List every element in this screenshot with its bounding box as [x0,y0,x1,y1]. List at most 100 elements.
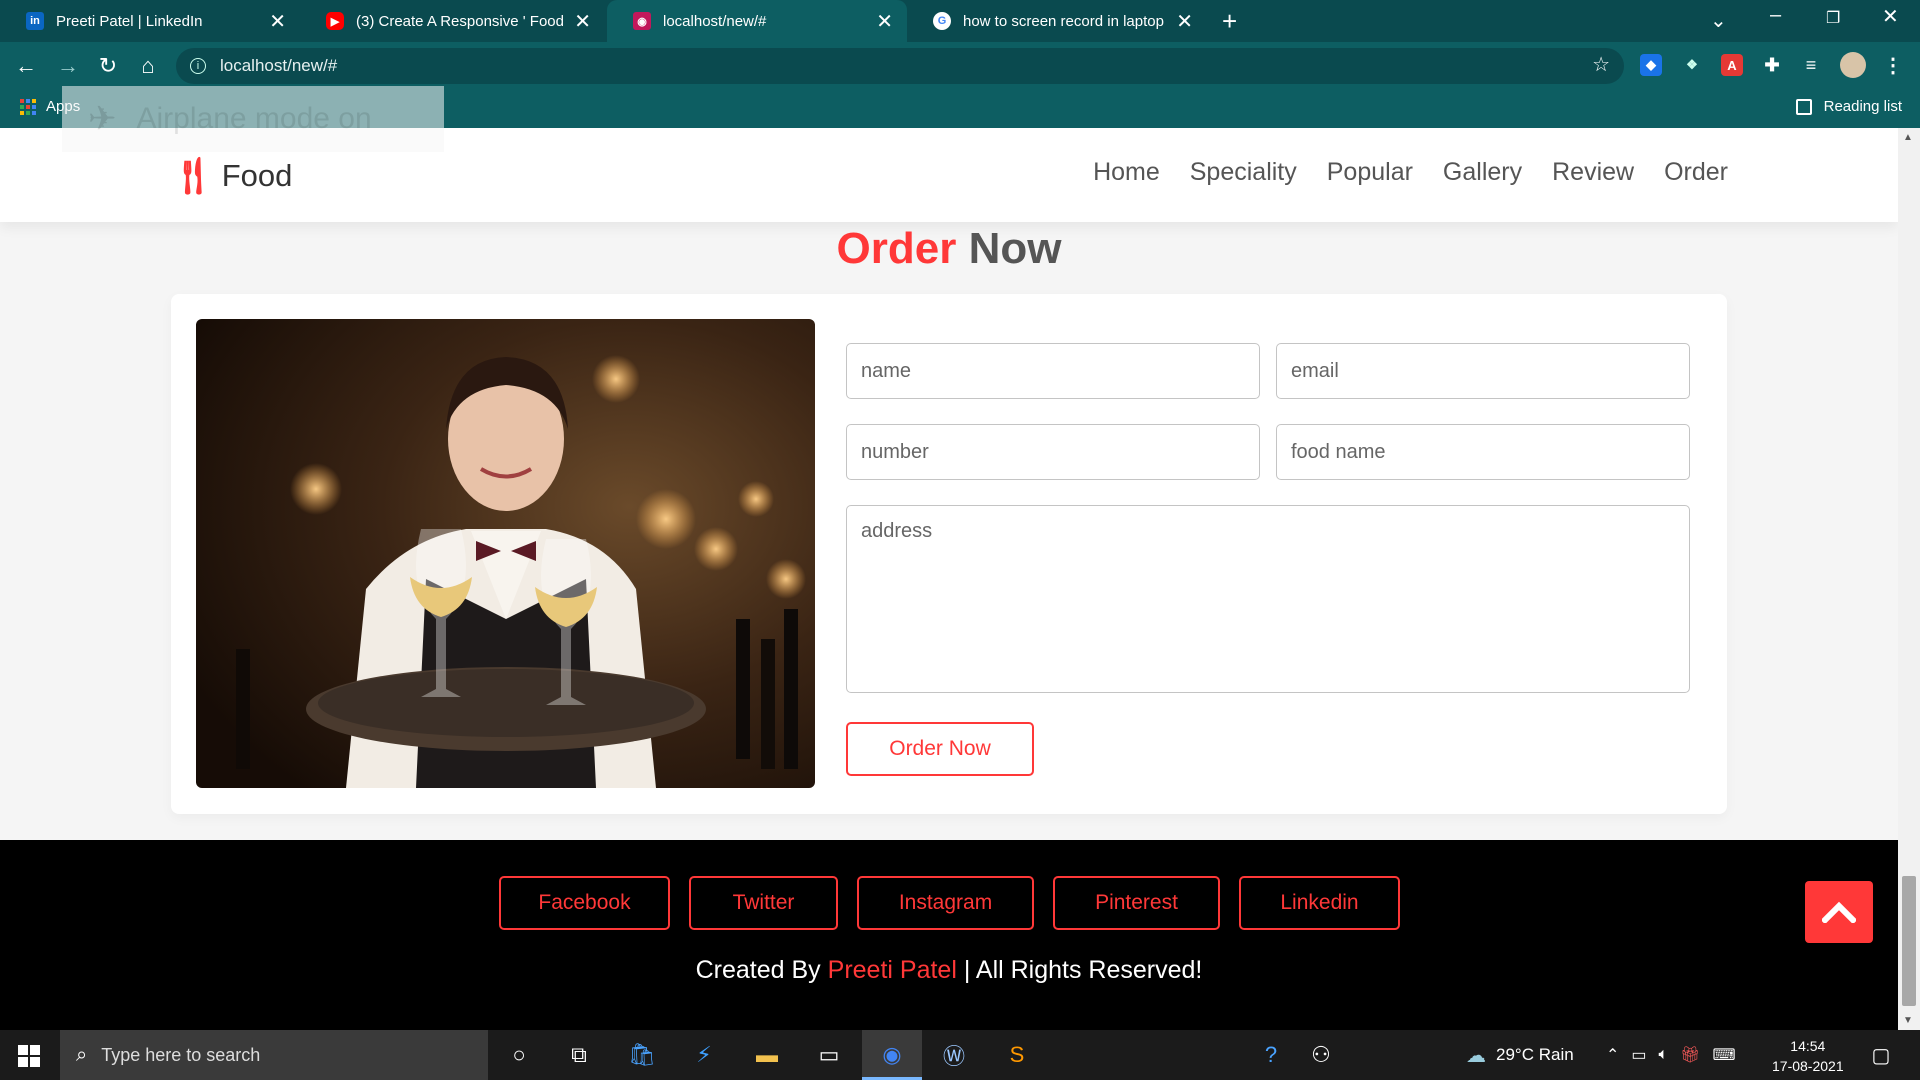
browser-toolbar: ← → ↻ ⌂ i localhost/new/# ☆ ◆ ❖ A ✚ ≡ ⋮ [0,42,1920,90]
logo-text: Food [221,158,293,193]
credit-name[interactable]: Preeti Patel [828,956,957,984]
page-viewport: 🍴︎ Food Home Speciality Popular Gallery … [0,128,1898,1030]
windows-start-icon[interactable] [18,1045,40,1067]
clock-time: 14:54 [1790,1038,1826,1054]
nav-review[interactable]: Review [1552,158,1634,187]
help-icon[interactable]: ? [1256,1040,1286,1070]
scrollbar-thumb[interactable] [1902,876,1916,1006]
tab-search-icon[interactable]: ⌄ [1710,8,1727,33]
heading-rest: Now [956,224,1062,273]
chevron-up-icon [1822,901,1856,923]
volume-icon[interactable]: 🔈︎ [1659,1046,1669,1064]
scroll-up-arrow-icon[interactable]: ▲ [1903,132,1913,143]
heading-accent: Order [836,224,957,273]
keyboard-icon[interactable]: ⌨ [1712,1045,1735,1065]
email-field[interactable] [1276,343,1690,399]
minimize-icon[interactable]: – [1770,4,1781,27]
vscode-icon[interactable]: ⚡︎ [689,1040,719,1070]
address-bar[interactable]: i localhost/new/# ☆ [176,48,1624,84]
pinterest-link[interactable]: Pinterest [1053,876,1220,930]
tab-localhost[interactable]: ◉ localhost/new/# ✕ [607,0,907,42]
section-heading: Order Now [0,224,1898,274]
weather-widget[interactable]: ☁ 29°C Rain [1466,1030,1574,1080]
windows-taskbar: ⌕ Type here to search ○ ⧉ 🛍︎ ⚡︎ ▬ ▭ ◉ Ⓦ … [0,1030,1920,1080]
site-info-icon[interactable]: i [190,58,206,74]
main-nav: Home Speciality Popular Gallery Review O… [1093,158,1728,187]
wamp-icon[interactable]: Ⓦ [939,1040,969,1070]
tab-title: (3) Create A Responsive ' Food / I [356,12,565,30]
tab-title: localhost/new/# [663,12,767,30]
taskbar-clock[interactable]: 14:54 17-08-2021 [1772,1036,1844,1076]
close-icon[interactable]: ✕ [269,9,286,34]
task-view-icon[interactable]: ⧉ [564,1040,594,1070]
people-icon[interactable]: ⚇ [1306,1040,1336,1070]
gift-icon[interactable]: 🎁︎ [1680,1045,1700,1065]
search-icon: ⌕ [76,1043,88,1066]
home-icon[interactable]: ⌂ [132,50,164,82]
scroll-down-arrow-icon[interactable]: ▼ [1903,1015,1913,1026]
google-icon: G [933,12,951,30]
profile-avatar[interactable] [1840,52,1866,78]
pdf-icon[interactable]: A [1721,54,1743,76]
close-icon[interactable]: ✕ [574,9,591,34]
food-name-field[interactable] [1276,424,1690,480]
battery-icon[interactable]: ▭ [1631,1045,1646,1065]
nav-order[interactable]: Order [1664,158,1728,187]
reading-list-button[interactable]: Reading list [1795,98,1902,115]
menu-kebab-icon[interactable]: ⋮ [1882,54,1904,77]
media-control-icon[interactable]: ≡ [1800,54,1822,76]
restore-icon[interactable]: ❐ [1826,8,1840,28]
waitress-photo [196,319,815,788]
chevron-up-tray-icon[interactable]: ⌃ [1606,1045,1619,1065]
name-field[interactable] [846,343,1260,399]
back-arrow-icon[interactable]: ← [10,50,42,82]
site-logo[interactable]: 🍴︎ Food [170,155,292,197]
number-field[interactable] [846,424,1260,480]
tab-title: how to screen record in laptop - [963,12,1167,30]
airplane-icon: ✈ [88,100,117,138]
tab-youtube[interactable]: ▶ (3) Create A Responsive ' Food / I ✕ [300,0,605,42]
browser-tab-strip: in Preeti Patel | LinkedIn ✕ ▶ (3) Creat… [0,0,1920,42]
twitter-link[interactable]: Twitter [689,876,838,930]
tab-google[interactable]: G how to screen record in laptop - ✕ [907,0,1207,42]
terminal-icon[interactable]: ▭ [814,1040,844,1070]
new-tab-button[interactable]: + [1222,6,1237,37]
notifications-icon[interactable]: ▢ [1866,1040,1896,1070]
bookmark-star-icon[interactable]: ☆ [1592,52,1610,77]
facebook-link[interactable]: Facebook [499,876,670,930]
reading-list-icon [1795,98,1812,115]
order-now-button[interactable]: Order Now [846,722,1034,776]
chrome-icon[interactable]: ◉ [877,1040,907,1070]
forward-arrow-icon[interactable]: → [52,50,84,82]
weather-text: 29°C Rain [1496,1045,1574,1064]
tab-title: Preeti Patel | LinkedIn [56,12,203,30]
file-explorer-icon[interactable]: ▬ [752,1040,782,1070]
sublime-text-icon[interactable]: S [1002,1040,1032,1070]
shield-icon[interactable]: ◆ [1640,54,1662,76]
tab-linkedin[interactable]: in Preeti Patel | LinkedIn ✕ [0,0,300,42]
reload-icon[interactable]: ↻ [92,50,124,82]
rain-cloud-icon: ☁ [1466,1044,1486,1067]
nav-home[interactable]: Home [1093,158,1160,187]
linkedin-icon: in [26,12,44,30]
close-window-icon[interactable]: ✕ [1882,4,1899,29]
nav-popular[interactable]: Popular [1327,158,1413,187]
linkedin-link[interactable]: Linkedin [1239,876,1400,930]
address-field[interactable] [846,505,1690,693]
taskbar-search-box[interactable]: ⌕ Type here to search [60,1030,488,1080]
close-icon[interactable]: ✕ [1176,9,1193,34]
nav-gallery[interactable]: Gallery [1443,158,1522,187]
cortana-icon[interactable]: ○ [504,1040,534,1070]
page-scrollbar[interactable]: ▲ ▼ [1898,128,1920,1030]
credit-suffix: | All Rights Reserved! [956,956,1203,984]
extensions-puzzle-icon[interactable]: ✚ [1761,54,1783,76]
dropbox-icon[interactable]: ❖ [1681,54,1703,76]
close-icon[interactable]: ✕ [876,9,893,34]
instagram-link[interactable]: Instagram [857,876,1034,930]
store-icon[interactable]: 🛍︎ [627,1040,657,1070]
reading-list-label: Reading list [1823,98,1902,115]
nav-speciality[interactable]: Speciality [1190,158,1297,187]
toast-text: Airplane mode on [136,102,372,135]
credit-prefix: Created By [695,956,828,984]
scroll-to-top-button[interactable] [1805,881,1873,943]
